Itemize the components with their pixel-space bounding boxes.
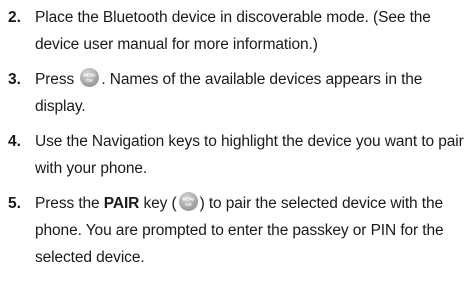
svg-text:OK: OK <box>86 78 93 83</box>
step-text: Press MENU OK. Names of the available dev… <box>35 66 470 120</box>
step-text-before: Press <box>35 71 79 88</box>
step-number: 5. <box>8 195 21 212</box>
step-text: Press the PAIR key (MENU OK) to pair the … <box>35 190 470 271</box>
svg-text:MENU: MENU <box>84 73 96 78</box>
menu-ok-key-icon: MENU OK <box>178 192 198 211</box>
step-text-before: Press the <box>35 195 104 212</box>
step-text: Use the Navigation keys to highlight the… <box>35 133 464 177</box>
menu-ok-key-icon: MENU OK <box>80 68 100 87</box>
svg-text:OK: OK <box>185 202 192 207</box>
step-number: 4. <box>8 133 21 150</box>
step-number: 3. <box>8 71 21 88</box>
step-5: 5. Press the PAIR key (MENU OK) to pair t… <box>8 190 470 271</box>
step-4: 4. Use the Navigation keys to highlight … <box>8 128 470 182</box>
step-2: 2. Place the Bluetooth device in discove… <box>8 4 470 58</box>
step-text: Place the Bluetooth device in discoverab… <box>35 9 431 53</box>
step-3: 3. Press MENU OK. Names of the available … <box>8 66 470 120</box>
step-text-mid: key ( <box>139 195 177 212</box>
svg-text:MENU: MENU <box>182 197 194 202</box>
step-number: 2. <box>8 9 21 26</box>
instruction-steps: 2. Place the Bluetooth device in discove… <box>8 4 470 279</box>
pair-key-label: PAIR <box>103 195 140 212</box>
